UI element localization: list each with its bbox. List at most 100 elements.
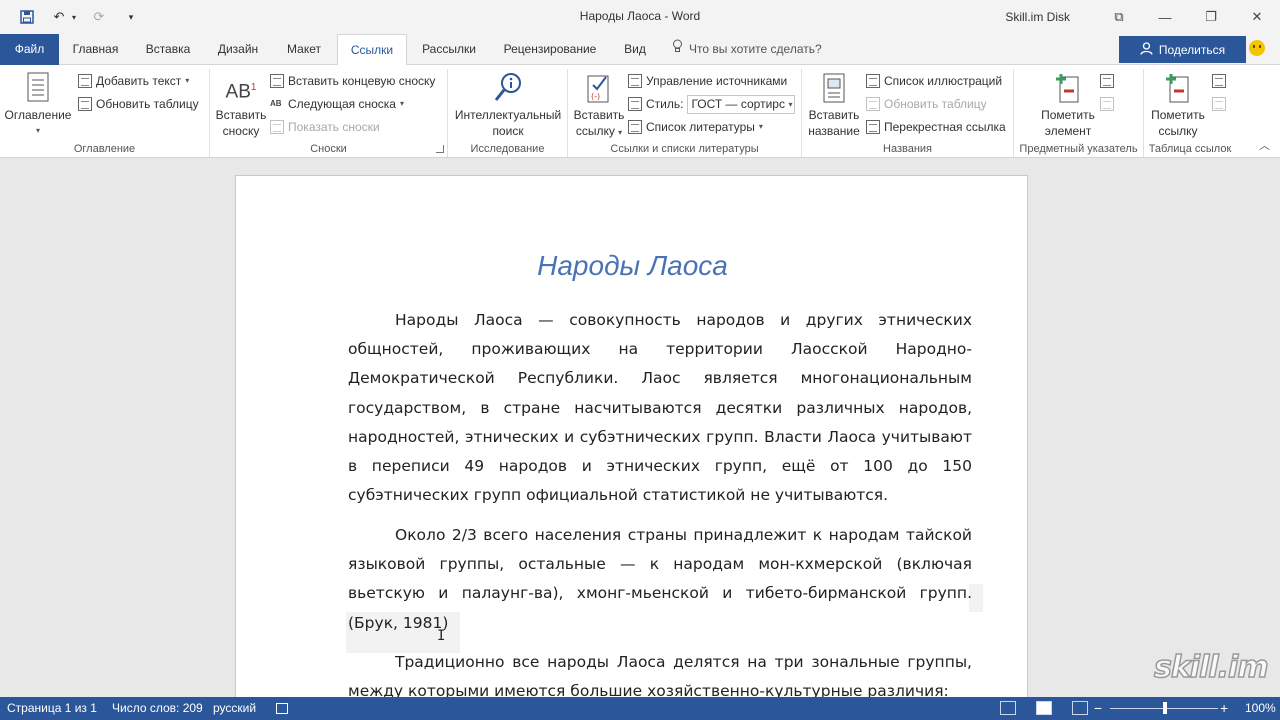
next-footnote-button[interactable]: AB Следующая сноска ▾ (270, 94, 404, 114)
next-footnote-dropdown-icon: ▾ (399, 99, 404, 108)
restore-icon[interactable]: ❐ (1188, 0, 1234, 34)
tab-view[interactable]: Вид (610, 34, 660, 65)
customize-qat-icon[interactable]: ▾ (120, 7, 142, 27)
tab-review[interactable]: Рецензирование (490, 34, 610, 65)
insert-caption-button[interactable]: Вставить название (804, 71, 864, 139)
group-label-research: Исследование (470, 143, 545, 155)
insert-citation-label-2-text: ссылку (575, 124, 615, 138)
paragraph: Около 2/3 всего населения страны принадл… (348, 526, 972, 632)
tab-design[interactable]: Дизайн (204, 34, 272, 65)
table-of-figures-button[interactable]: Список иллюстраций (866, 71, 1002, 91)
collapse-ribbon-icon[interactable]: ︿ (1259, 137, 1270, 153)
toc-dropdown-icon: ▾ (35, 126, 40, 135)
group-index: Пометить элемент Предметный указатель (1014, 69, 1144, 157)
tab-mailings[interactable]: Рассылки (408, 34, 490, 65)
style-selector: Стиль: ГОСТ — сортирс ▾ (628, 94, 796, 114)
zoom-out-button[interactable]: − (1094, 697, 1102, 720)
close-icon[interactable]: ✕ (1234, 0, 1280, 34)
text-cursor-icon: I (437, 628, 446, 644)
redo-icon[interactable]: ⟳ (88, 7, 110, 27)
citation-style-dropdown[interactable]: ГОСТ — сортирс ▾ (687, 94, 796, 114)
update-toc-button[interactable]: Обновить таблицу (78, 94, 199, 114)
share-label: Поделиться (1158, 42, 1226, 57)
group-label-captions: Названия (883, 143, 932, 155)
mark-citation-button[interactable]: Пометить ссылку (1146, 71, 1210, 139)
zoom-in-button[interactable]: + (1220, 697, 1228, 720)
minimize-icon[interactable]: — (1142, 0, 1188, 34)
mark-citation-icon (1162, 71, 1194, 105)
skillim-watermark-logo: skill.im (1153, 649, 1269, 686)
undo-dropdown-icon[interactable]: ▾ (70, 7, 78, 27)
table-of-contents-button[interactable]: Оглавление ▾ (4, 71, 72, 139)
feedback-smiley-icon[interactable] (1249, 40, 1265, 56)
status-bar: Страница 1 из 1 Число слов: 209 русский … (0, 697, 1280, 720)
smart-lookup-icon (492, 71, 524, 105)
tell-me-box[interactable]: Что вы хотите сделать? (672, 34, 822, 65)
insert-endnote-button[interactable]: Вставить концевую сноску (270, 71, 435, 91)
bibliography-button[interactable]: Список литературы ▾ (628, 117, 763, 137)
insert-index-icon (1100, 74, 1114, 88)
save-icon[interactable] (16, 7, 38, 27)
print-layout-icon[interactable] (1036, 701, 1052, 715)
group-label-citations: Ссылки и списки литературы (610, 143, 759, 155)
update-authorities-table-button[interactable] (1212, 94, 1226, 114)
tab-insert[interactable]: Вставка (132, 34, 204, 65)
manage-sources-button[interactable]: Управление источниками (628, 71, 787, 91)
read-mode-icon[interactable] (1000, 701, 1016, 715)
document-page[interactable]: Народы Лаоса Народы Лаоса — совокупность… (235, 175, 1028, 697)
footnotes-dialog-launcher-icon[interactable] (436, 145, 444, 153)
manage-sources-label: Управление источниками (646, 74, 788, 88)
web-layout-icon[interactable] (1072, 701, 1088, 715)
insert-footnote-button[interactable]: AB1 Вставить сноску (214, 71, 268, 139)
cross-reference-label: Перекрестная ссылка (884, 120, 1006, 134)
zoom-level[interactable]: 100% (1245, 697, 1276, 720)
insert-index-button[interactable] (1100, 71, 1114, 91)
insert-citation-icon: (-) (583, 71, 615, 105)
update-authorities-table-icon (1212, 97, 1226, 111)
insert-footnote-label-2: сноску (222, 124, 260, 138)
citation-style-value: ГОСТ — сортирс (691, 96, 785, 111)
update-index-icon (1100, 97, 1114, 111)
group-label-authorities: Таблица ссылок (1148, 143, 1232, 155)
table-of-figures-label: Список иллюстраций (884, 74, 1003, 88)
share-button[interactable]: Поделиться (1119, 36, 1246, 63)
proofing-icon[interactable] (276, 703, 288, 714)
ribbon-display-options-icon[interactable]: ⧉ (1096, 0, 1142, 34)
show-notes-icon (270, 120, 284, 134)
user-account[interactable]: Skill.im Disk (1005, 10, 1070, 24)
update-figures-table-button[interactable]: Обновить таблицу (866, 94, 987, 114)
next-footnote-icon: AB (270, 99, 282, 108)
zoom-slider-thumb[interactable] (1163, 702, 1167, 714)
cross-reference-button[interactable]: Перекрестная ссылка (866, 117, 1006, 137)
mark-entry-label-2: элемент (1044, 124, 1092, 138)
tab-file[interactable]: Файл (0, 34, 59, 65)
update-figures-table-label: Обновить таблицу (884, 97, 987, 111)
group-research: Интеллектуальный поиск Исследование (448, 69, 568, 157)
paragraph: Народы Лаоса — совокупность народов и др… (348, 311, 972, 505)
page-count-status[interactable]: Страница 1 из 1 (7, 697, 97, 720)
footnote-ab-glyph: AB (225, 81, 251, 103)
insert-footnote-label-1: Вставить (215, 108, 267, 122)
quick-access-toolbar: ↶ ▾ ⟳ ▾ (16, 7, 142, 27)
add-text-button[interactable]: Добавить текст ▾ (78, 71, 189, 91)
tab-layout[interactable]: Макет (272, 34, 336, 65)
svg-text:(-): (-) (591, 92, 600, 101)
insert-caption-icon (818, 71, 850, 105)
group-label-footnotes: Сноски (310, 143, 347, 155)
smart-lookup-button[interactable]: Интеллектуальный поиск (452, 71, 564, 139)
insert-authorities-table-button[interactable] (1212, 71, 1226, 91)
insert-citation-dropdown-icon: ▾ (618, 128, 623, 137)
show-notes-button[interactable]: Показать сноски (270, 117, 380, 137)
update-index-button[interactable] (1100, 94, 1114, 114)
update-toc-label: Обновить таблицу (96, 97, 199, 111)
tab-home[interactable]: Главная (59, 34, 132, 65)
language-status[interactable]: русский (213, 697, 256, 720)
insert-citation-button[interactable]: (-) Вставить ссылку ▾ (570, 71, 628, 141)
endnote-icon (270, 74, 284, 88)
tab-references[interactable]: Ссылки (337, 34, 407, 66)
insert-citation-label-2: ссылку ▾ (570, 123, 628, 141)
word-count-status[interactable]: Число слов: 209 (112, 697, 203, 720)
mark-citation-label-2: ссылку (1158, 124, 1198, 138)
insert-authorities-table-icon (1212, 74, 1226, 88)
undo-icon[interactable]: ↶ (48, 7, 70, 27)
